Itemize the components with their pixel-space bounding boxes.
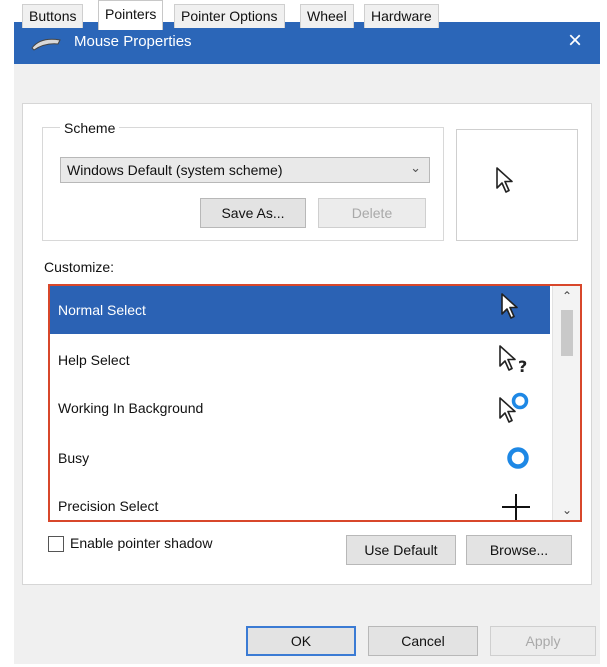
help-cursor-icon: ? [499, 345, 527, 376]
use-default-button[interactable]: Use Default [346, 535, 456, 565]
pointer-shadow-checkbox[interactable] [48, 536, 64, 552]
working-cursor-icon [499, 392, 529, 423]
tab-hardware[interactable]: Hardware [364, 4, 439, 28]
scheme-dropdown[interactable]: Windows Default (system scheme) ⌄ [60, 157, 430, 183]
cancel-button[interactable]: Cancel [368, 626, 478, 656]
close-button[interactable]: × [560, 27, 590, 55]
pointer-shadow-label: Enable pointer shadow [70, 535, 213, 551]
window-title: Mouse Properties [74, 33, 192, 50]
list-item-normal-select[interactable]: Normal Select [50, 286, 550, 334]
svg-text:?: ? [518, 357, 527, 376]
arrow-cursor-icon [501, 293, 518, 319]
scheme-selected-value: Windows Default (system scheme) [67, 162, 283, 178]
busy-cursor-icon [507, 447, 529, 469]
scrollbar-thumb[interactable] [561, 310, 573, 356]
list-item-busy[interactable]: Busy [50, 434, 550, 482]
list-item-label: Precision Select [58, 498, 159, 514]
list-item-precision-select[interactable]: Precision Select [50, 482, 550, 520]
apply-button[interactable]: Apply [490, 626, 596, 656]
chevron-down-icon: ⌄ [410, 160, 421, 175]
crosshair-cursor-icon [502, 494, 530, 520]
list-item-label: Working In Background [58, 400, 204, 416]
tab-buttons[interactable]: Buttons [22, 4, 84, 28]
list-scrollbar[interactable]: ⌃ ⌄ [552, 286, 580, 520]
list-item-label: Busy [58, 450, 90, 466]
tab-pointers[interactable]: Pointers [98, 0, 164, 30]
arrow-cursor-icon [496, 167, 513, 193]
cursor-list[interactable]: Normal Select Help Select ? Working In B… [48, 284, 582, 522]
tab-wheel[interactable]: Wheel [300, 4, 354, 28]
list-item-help-select[interactable]: Help Select ? [50, 336, 550, 384]
list-item-label: Help Select [58, 352, 130, 368]
list-item-label: Normal Select [58, 302, 146, 318]
list-item-working-in-background[interactable]: Working In Background [50, 384, 550, 432]
mouse-icon [31, 38, 61, 51]
customize-label: Customize: [44, 259, 115, 275]
chevron-down-icon[interactable]: ⌄ [553, 503, 580, 517]
cursor-preview [456, 129, 578, 241]
tab-pointer-options[interactable]: Pointer Options [174, 4, 285, 28]
ok-button[interactable]: OK [246, 626, 356, 656]
chevron-up-icon[interactable]: ⌃ [553, 289, 580, 303]
save-as-button[interactable]: Save As... [200, 198, 306, 228]
scheme-label: Scheme [60, 120, 120, 136]
browse-button[interactable]: Browse... [466, 535, 572, 565]
delete-button[interactable]: Delete [318, 198, 426, 228]
